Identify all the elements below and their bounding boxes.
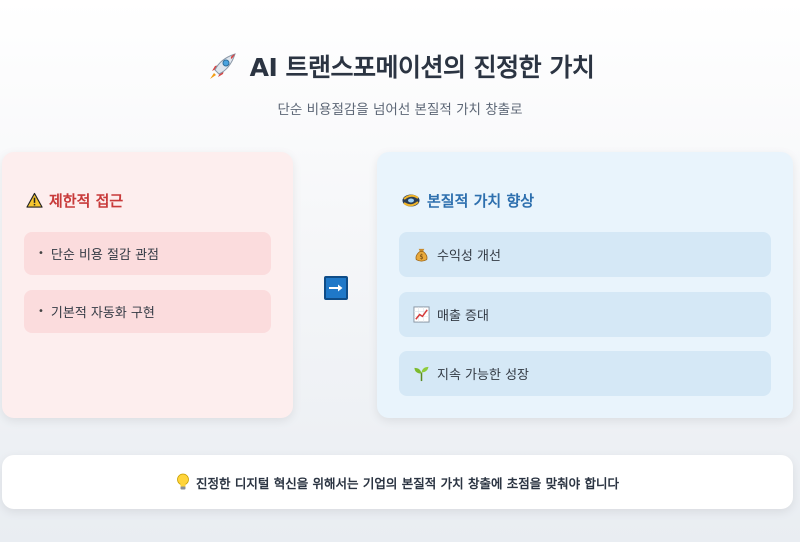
list-item-label: 기본적 자동화 구현 [50,306,155,321]
list-item: 매출 증대 [399,292,771,337]
bullet: • [38,248,44,259]
bullet: • [38,306,44,317]
list-item: • 단순 비용 절감 관점 [24,232,271,275]
footer-text: 진정한 디지털 혁신을 위해서는 기업의 본질적 가치 창출에 초점을 맞춰야 … [195,475,620,491]
rocket-icon [209,53,236,79]
svg-text:$: $ [419,253,423,261]
list-item: • 기본적 자동화 구현 [24,290,271,333]
right-arrow-icon [324,276,348,300]
limited-approach-heading-row: 제한적 접근 [26,190,123,211]
lightbulb-icon [177,473,189,490]
chart-up-icon [413,306,430,323]
page-title: AI 트랜스포메이션의 진정한 가치 [249,53,595,82]
limited-approach-card: 제한적 접근 • 단순 비용 절감 관점 • 기본적 자동화 구현 [2,152,293,418]
spinning-arrows-icon [402,194,420,207]
essential-value-card: 본질적 가치 향상 $ 수익성 개선 매출 증대 지속 가능한 성장 [377,152,793,418]
list-item-label: 수익성 개선 [437,249,501,264]
list-item-label: 지속 가능한 성장 [437,368,529,383]
essential-value-heading-row: 본질적 가치 향상 [401,190,534,211]
page-subtitle: 단순 비용절감을 넘어선 본질적 가치 창출로 [277,102,523,118]
seedling-icon [414,366,429,382]
title-row: AI 트랜스포메이션의 진정한 가치 [0,46,800,86]
list-item: 지속 가능한 성장 [399,351,771,396]
list-item-label: 매출 증대 [437,309,489,324]
limited-approach-heading: 제한적 접근 [49,192,124,210]
list-item: $ 수익성 개선 [399,232,771,277]
warning-icon [26,192,43,208]
list-item-label: 단순 비용 절감 관점 [50,248,159,263]
footer-banner: 진정한 디지털 혁신을 위해서는 기업의 본질적 가치 창출에 초점을 맞춰야 … [2,455,793,509]
essential-value-heading: 본질적 가치 향상 [427,192,535,210]
money-bag-icon: $ [415,248,428,262]
